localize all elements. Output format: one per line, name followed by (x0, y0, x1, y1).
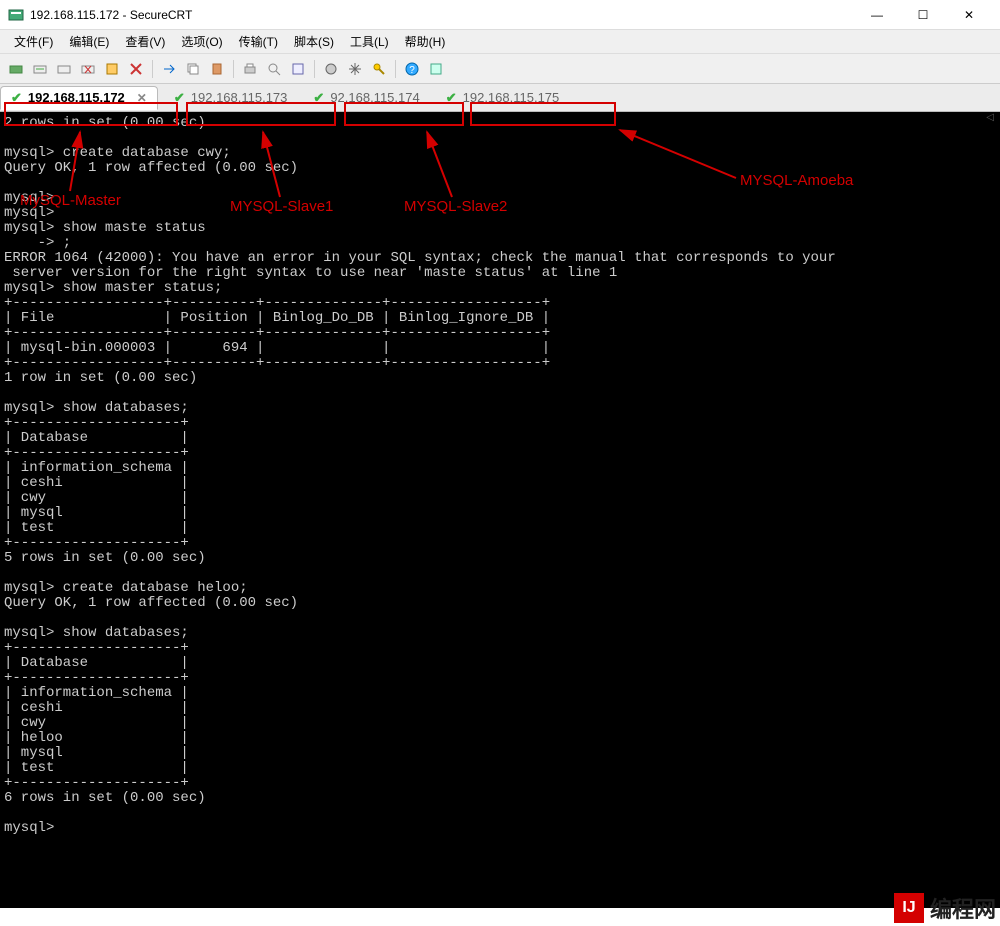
tb-connect-icon[interactable] (6, 59, 26, 79)
session-tab-3[interactable]: ✔ 92.168.115.174 (303, 86, 429, 110)
tab-overflow-icon[interactable]: ◁ (986, 112, 994, 123)
menu-script[interactable]: 脚本(S) (288, 31, 340, 52)
menu-view[interactable]: 查看(V) (119, 31, 171, 52)
session-tab-2[interactable]: ✔ 192.168.115.173 (164, 86, 298, 110)
session-tab-4[interactable]: ✔ 192.168.115.175 (436, 86, 570, 110)
tb-print-icon[interactable] (240, 59, 260, 79)
tb-find-icon[interactable] (264, 59, 284, 79)
tb-separator (152, 60, 153, 78)
connected-icon: ✔ (446, 90, 457, 106)
tb-cancel-icon[interactable] (126, 59, 146, 79)
tab-label: 92.168.115.174 (330, 90, 419, 105)
menu-tools[interactable]: 工具(L) (344, 31, 395, 52)
watermark-logo: IJ (894, 893, 924, 923)
tb-enter-icon[interactable] (159, 59, 179, 79)
window-controls: — ☐ ✕ (854, 0, 992, 30)
session-tab-bar: ✔ 192.168.115.172 ✕ ✔ 192.168.115.173 ✔ … (0, 84, 1000, 112)
tb-disconnect-icon[interactable] (78, 59, 98, 79)
menu-edit[interactable]: 编辑(E) (63, 31, 115, 52)
close-button[interactable]: ✕ (946, 0, 992, 30)
app-icon (8, 7, 24, 23)
tb-session-icon[interactable] (102, 59, 122, 79)
watermark: IJ 编程网 (894, 892, 996, 924)
session-tab-1[interactable]: ✔ 192.168.115.172 ✕ (0, 86, 158, 110)
connected-icon: ✔ (174, 90, 185, 106)
tb-transfer-icon[interactable] (426, 59, 446, 79)
menu-options[interactable]: 选项(O) (175, 31, 228, 52)
tab-label: 192.168.115.175 (463, 90, 560, 105)
tab-label: 192.168.115.173 (191, 90, 288, 105)
tb-reconnect-icon[interactable] (54, 59, 74, 79)
tab-label: 192.168.115.172 (28, 90, 125, 105)
tab-close-icon[interactable]: ✕ (137, 91, 147, 105)
tb-key-icon[interactable] (369, 59, 389, 79)
tb-props-icon[interactable] (288, 59, 308, 79)
tb-copy-icon[interactable] (183, 59, 203, 79)
maximize-button[interactable]: ☐ (900, 0, 946, 30)
watermark-text: 编程网 (930, 892, 996, 924)
tb-quick-connect-icon[interactable] (30, 59, 50, 79)
menu-help[interactable]: 帮助(H) (399, 31, 452, 52)
minimize-button[interactable]: — (854, 0, 900, 30)
menu-file[interactable]: 文件(F) (8, 31, 59, 52)
tb-settings-icon[interactable] (345, 59, 365, 79)
tb-options-icon[interactable] (321, 59, 341, 79)
tb-help-icon[interactable]: ? (402, 59, 422, 79)
connected-icon: ✔ (313, 90, 324, 106)
tb-paste-icon[interactable] (207, 59, 227, 79)
title-bar: 192.168.115.172 - SecureCRT — ☐ ✕ (0, 0, 1000, 30)
menu-bar: 文件(F) 编辑(E) 查看(V) 选项(O) 传输(T) 脚本(S) 工具(L… (0, 30, 1000, 54)
tb-separator (395, 60, 396, 78)
toolbar: ? (0, 54, 1000, 84)
tb-separator (233, 60, 234, 78)
tb-separator (314, 60, 315, 78)
terminal-output[interactable]: 2 rows in set (0.00 sec) mysql> create d… (0, 112, 1000, 908)
svg-text:?: ? (409, 65, 415, 76)
connected-icon: ✔ (11, 90, 22, 106)
window-title: 192.168.115.172 - SecureCRT (30, 8, 854, 22)
menu-transfer[interactable]: 传输(T) (233, 31, 284, 52)
